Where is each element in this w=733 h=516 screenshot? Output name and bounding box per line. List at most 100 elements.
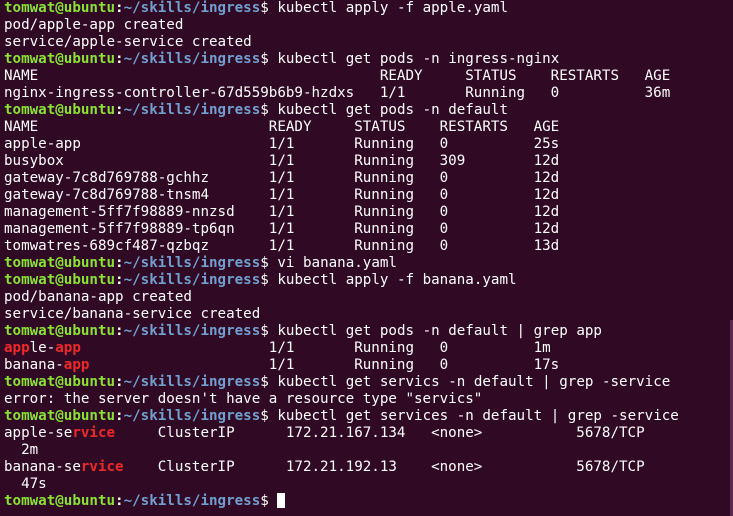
command-text: kubectl get servics -n default | grep -s…: [277, 374, 671, 390]
prompt-path: ~/skills/ingress: [123, 272, 261, 288]
output-line: nginx-ingress-controller-67d559b6b9-hzdx…: [4, 85, 733, 102]
output-line: banana-service ClusterIP 172.21.192.13 <…: [4, 459, 733, 476]
output-text: ClusterIP 172.21.192.13 <none> 5678/TCP: [123, 459, 645, 475]
command-text: vi banana.yaml: [277, 255, 397, 271]
grep-match: app: [55, 340, 81, 356]
prompt-separator: :: [115, 374, 124, 390]
terminal-window[interactable]: tomwat@ubuntu:~/skills/ingress$ kubectl …: [0, 0, 733, 516]
grep-match: rvice: [80, 459, 124, 475]
prompt-user: tomwat@ubuntu: [4, 408, 116, 424]
output-text: 47s: [4, 476, 47, 492]
output-line: apple-service ClusterIP 172.21.167.134 <…: [4, 425, 733, 442]
prompt-line: tomwat@ubuntu:~/skills/ingress$ kubectl …: [4, 51, 733, 68]
prompt-symbol: $: [260, 408, 278, 424]
output-line: busybox 1/1 Running 309 12d: [4, 153, 733, 170]
prompt-path: ~/skills/ingress: [123, 0, 261, 16]
output-text: ClusterIP 172.21.167.134 <none> 5678/TCP: [115, 425, 645, 441]
output-text: management-5ff7f98889-tp6qn 1/1 Running …: [4, 221, 560, 237]
grep-match: app: [63, 357, 90, 373]
output-text: banana-se: [4, 459, 81, 475]
output-text: pod/apple-app created: [4, 17, 184, 33]
cursor-block[interactable]: [277, 493, 286, 508]
prompt-separator: :: [115, 0, 124, 16]
output-line: management-5ff7f98889-nnzsd 1/1 Running …: [4, 204, 733, 221]
prompt-line: tomwat@ubuntu:~/skills/ingress$ kubectl …: [4, 0, 733, 17]
command-text: kubectl get pods -n default: [277, 102, 508, 118]
grep-match: rvice: [72, 425, 116, 441]
output-text: management-5ff7f98889-nnzsd 1/1 Running …: [4, 204, 560, 220]
prompt-user: tomwat@ubuntu: [4, 272, 116, 288]
output-text: apple-app 1/1 Running 0 25s: [4, 136, 560, 152]
output-text: gateway-7c8d769788-gchhz 1/1 Running 0 1…: [4, 170, 560, 186]
output-text: apple-se: [4, 425, 73, 441]
command-text: kubectl apply -f banana.yaml: [277, 272, 517, 288]
prompt-separator: :: [115, 272, 124, 288]
output-line: pod/banana-app created: [4, 289, 733, 306]
command-text: kubectl apply -f apple.yaml: [277, 0, 508, 16]
output-line: NAME READY STATUS RESTARTS AGE: [4, 68, 733, 85]
output-line: banana-app 1/1 Running 0 17s: [4, 357, 733, 374]
prompt-symbol: $: [260, 51, 278, 67]
output-line: pod/apple-app created: [4, 17, 733, 34]
output-line: service/apple-service created: [4, 34, 733, 51]
prompt-line: tomwat@ubuntu:~/skills/ingress$ kubectl …: [4, 272, 733, 289]
prompt-user: tomwat@ubuntu: [4, 51, 116, 67]
output-line: 2m: [4, 442, 733, 459]
output-text: banana-: [4, 357, 64, 373]
prompt-path: ~/skills/ingress: [123, 493, 261, 509]
prompt-user: tomwat@ubuntu: [4, 0, 116, 16]
command-text: kubectl get pods -n ingress-nginx: [277, 51, 560, 67]
prompt-separator: :: [115, 102, 124, 118]
output-text: busybox 1/1 Running 309 12d: [4, 153, 560, 169]
prompt-symbol: $: [260, 272, 278, 288]
prompt-path: ~/skills/ingress: [123, 255, 261, 271]
output-text: le-: [29, 340, 56, 356]
output-line: apple-app 1/1 Running 0 1m: [4, 340, 733, 357]
output-line: error: the server doesn't have a resourc…: [4, 391, 733, 408]
output-line: gateway-7c8d769788-tnsm4 1/1 Running 0 1…: [4, 187, 733, 204]
prompt-separator: :: [115, 255, 124, 271]
output-text: error: the server doesn't have a resourc…: [4, 391, 483, 407]
prompt-symbol: $: [260, 255, 278, 271]
output-text: 2m: [4, 442, 39, 458]
prompt-symbol: $: [260, 493, 278, 509]
output-text: service/banana-service created: [4, 306, 261, 322]
command-text: kubectl get pods -n default | grep app: [277, 323, 602, 339]
output-text: tomwatres-689cf487-qzbqz 1/1 Running 0 1…: [4, 238, 560, 254]
prompt-user: tomwat@ubuntu: [4, 374, 116, 390]
prompt-user: tomwat@ubuntu: [4, 102, 116, 118]
output-text: 1/1 Running 0 1m: [80, 340, 551, 356]
output-line: gateway-7c8d769788-gchhz 1/1 Running 0 1…: [4, 170, 733, 187]
grep-match: app: [4, 340, 30, 356]
prompt-symbol: $: [260, 102, 278, 118]
prompt-line: tomwat@ubuntu:~/skills/ingress$ kubectl …: [4, 408, 733, 425]
output-line: tomwatres-689cf487-qzbqz 1/1 Running 0 1…: [4, 238, 733, 255]
prompt-path: ~/skills/ingress: [123, 323, 261, 339]
prompt-symbol: $: [260, 374, 278, 390]
prompt-separator: :: [115, 408, 124, 424]
prompt-symbol: $: [260, 0, 278, 16]
prompt-line: tomwat@ubuntu:~/skills/ingress$ kubectl …: [4, 102, 733, 119]
prompt-path: ~/skills/ingress: [123, 374, 261, 390]
prompt-line: tomwat@ubuntu:~/skills/ingress$ kubectl …: [4, 374, 733, 391]
prompt-symbol: $: [260, 323, 278, 339]
output-text: pod/banana-app created: [4, 289, 192, 305]
output-text: nginx-ingress-controller-67d559b6b9-hzdx…: [4, 85, 671, 101]
output-text: NAME READY STATUS RESTARTS AGE: [4, 119, 560, 135]
prompt-user: tomwat@ubuntu: [4, 493, 116, 509]
prompt-user: tomwat@ubuntu: [4, 255, 116, 271]
output-text: gateway-7c8d769788-tnsm4 1/1 Running 0 1…: [4, 187, 560, 203]
prompt-separator: :: [115, 493, 124, 509]
output-line: 47s: [4, 476, 733, 493]
prompt-separator: :: [115, 51, 124, 67]
prompt-line: tomwat@ubuntu:~/skills/ingress$: [4, 493, 733, 510]
prompt-line: tomwat@ubuntu:~/skills/ingress$ kubectl …: [4, 323, 733, 340]
output-line: management-5ff7f98889-tp6qn 1/1 Running …: [4, 221, 733, 238]
prompt-user: tomwat@ubuntu: [4, 323, 116, 339]
prompt-separator: :: [115, 323, 124, 339]
prompt-path: ~/skills/ingress: [123, 51, 261, 67]
output-line: NAME READY STATUS RESTARTS AGE: [4, 119, 733, 136]
output-line: service/banana-service created: [4, 306, 733, 323]
prompt-path: ~/skills/ingress: [123, 102, 261, 118]
prompt-path: ~/skills/ingress: [123, 408, 261, 424]
